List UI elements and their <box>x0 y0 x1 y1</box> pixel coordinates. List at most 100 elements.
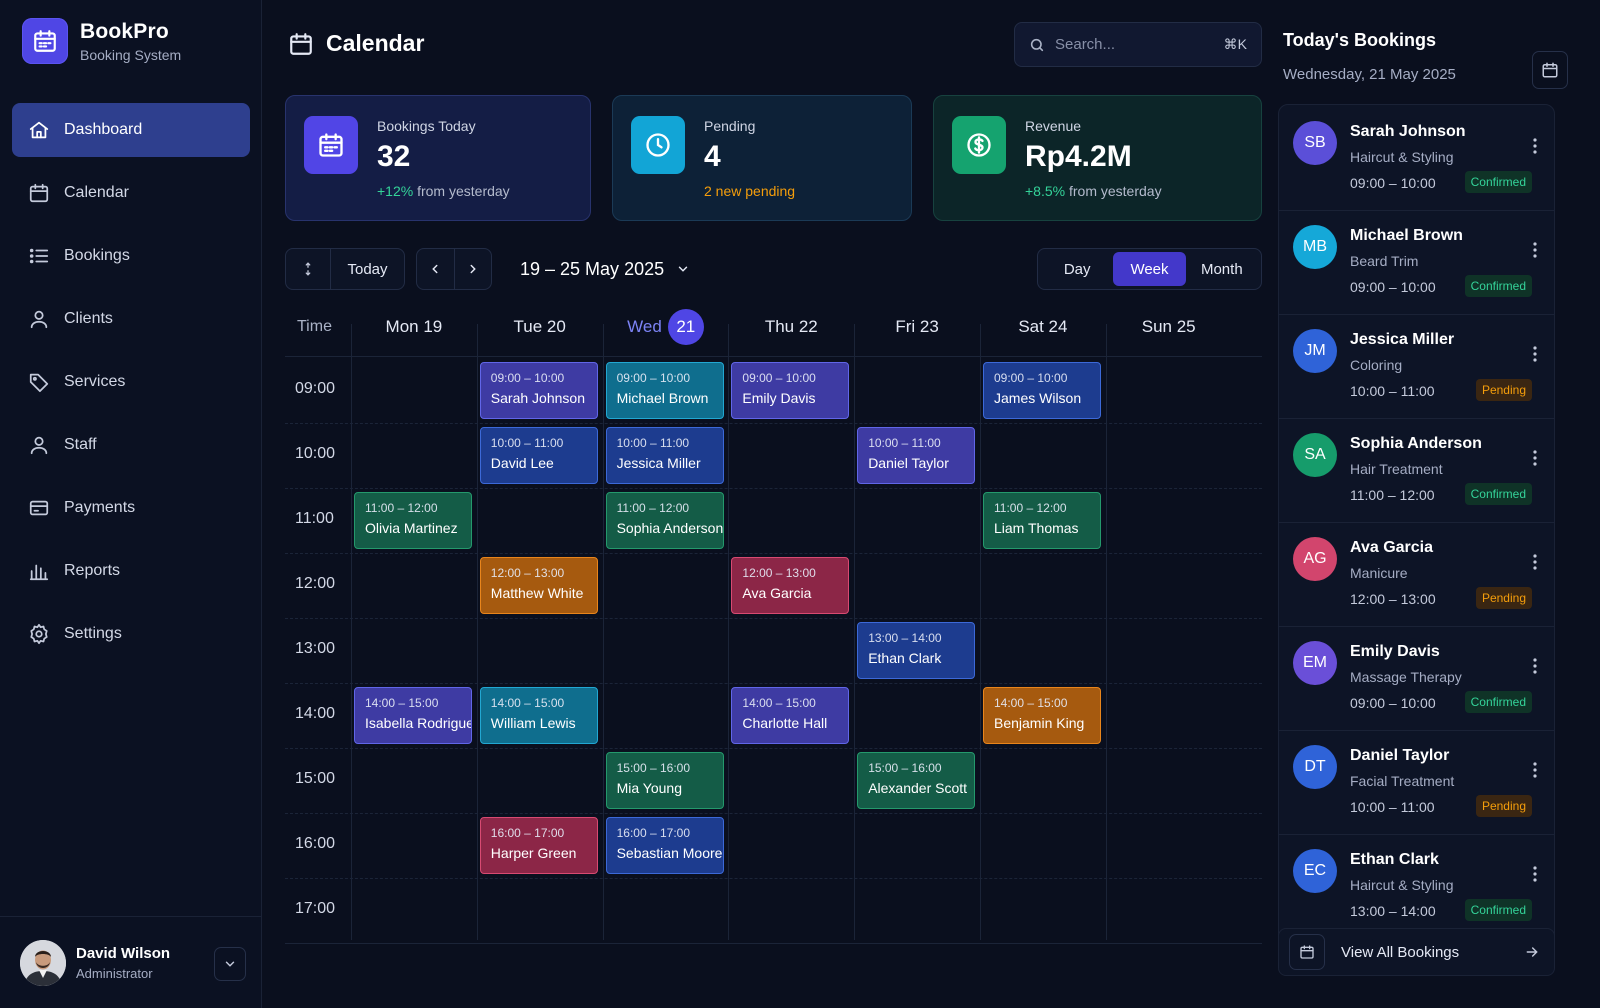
more-options-icon[interactable] <box>1532 761 1538 779</box>
sidebar-item-calendar[interactable]: Calendar <box>12 166 250 220</box>
booking-event[interactable]: 09:00 – 10:00 James Wilson <box>983 362 1101 419</box>
booking-event[interactable]: 16:00 – 17:00 Sebastian Moore <box>605 817 724 874</box>
stat-change: +8.5% <box>1025 183 1066 199</box>
booking-event[interactable]: 14:00 – 15:00 William Lewis <box>479 687 598 744</box>
booking-card[interactable]: DT Daniel Taylor Facial Treatment 10:00 – 1… <box>1279 729 1554 835</box>
client-avatar: DT <box>1293 745 1337 789</box>
view-month-button[interactable]: Month <box>1186 252 1258 286</box>
date-range-label: 19 – 25 May 2025 <box>520 258 665 279</box>
day-header[interactable]: Thu 22 <box>728 296 854 358</box>
stat-change: +12% <box>377 183 414 199</box>
sidebar-item-payments[interactable]: Payments <box>12 481 250 535</box>
status-badge: Pending <box>1475 587 1532 609</box>
booking-event[interactable]: 09:00 – 10:00 Michael Brown <box>605 362 724 419</box>
booking-card[interactable]: MB Michael Brown Beard Trim 09:00 – 10:00 Co… <box>1279 209 1554 315</box>
booking-event[interactable]: 11:00 – 12:00 Olivia Martinez <box>354 492 472 549</box>
booking-card[interactable]: AG Ava Garcia Manicure 12:00 – 13:00 Pending <box>1279 521 1554 627</box>
day-header[interactable]: Sun 25 <box>1106 296 1232 358</box>
search-input[interactable] <box>1055 36 1205 53</box>
grid-line <box>285 943 1262 944</box>
client-avatar: SA <box>1293 433 1337 477</box>
booking-event[interactable]: 10:00 – 11:00 Jessica Miller <box>605 427 724 484</box>
client-initials: MB <box>1303 238 1327 255</box>
view-day-button[interactable]: Day <box>1041 252 1113 286</box>
status-badge: Pending <box>1475 379 1532 401</box>
grid-line <box>285 356 1262 357</box>
date-range-picker[interactable]: 19 – 25 May 2025 <box>520 248 690 290</box>
event-time: 10:00 – 11:00 <box>490 436 564 450</box>
booking-event[interactable]: 11:00 – 12:00 Liam Thomas <box>983 492 1101 549</box>
day-header[interactable]: Tue 20 <box>477 296 603 358</box>
booking-card[interactable]: SA Sophia Anderson Hair Treatment 11:00 – 1… <box>1279 417 1554 523</box>
grid-column-divider <box>476 324 478 940</box>
booking-event[interactable]: 11:00 – 12:00 Sophia Anderson <box>605 492 724 549</box>
status-badge: Confirmed <box>1464 691 1532 713</box>
prev-week-button[interactable] <box>417 249 454 289</box>
booking-event[interactable]: 10:00 – 11:00 Daniel Taylor <box>857 427 976 484</box>
sidebar-item-settings[interactable]: Settings <box>12 607 250 661</box>
booking-event[interactable]: 13:00 – 14:00 Ethan Clark <box>857 622 976 679</box>
booking-card[interactable]: EM Emily Davis Massage Therapy 09:00 – 10:0… <box>1279 625 1554 731</box>
more-options-icon[interactable] <box>1532 553 1538 571</box>
day-header[interactable]: Sat 24 <box>980 296 1106 358</box>
event-client-name: Sophia Anderson <box>616 520 724 536</box>
more-options-icon[interactable] <box>1532 137 1538 155</box>
client-initials: EM <box>1303 654 1327 671</box>
booking-card[interactable]: JM Jessica Miller Coloring 10:00 – 11:00 Pen… <box>1279 313 1554 419</box>
today-button[interactable]: Today <box>330 249 404 289</box>
booking-event[interactable]: 12:00 – 13:00 Matthew White <box>479 557 598 614</box>
stat-change: 2 new pending <box>704 183 796 199</box>
booking-event[interactable]: 16:00 – 17:00 Harper Green <box>479 817 598 874</box>
panel-calendar-button[interactable] <box>1532 51 1568 89</box>
more-options-icon[interactable] <box>1532 657 1538 675</box>
sidebar-item-dashboard[interactable]: Dashboard <box>12 103 250 157</box>
view-all-label: View All Bookings <box>1341 943 1460 961</box>
booking-event[interactable]: 14:00 – 15:00 Benjamin King <box>983 687 1101 744</box>
nav-arrows <box>416 248 492 290</box>
grid-line <box>285 488 1262 489</box>
view-week-button[interactable]: Week <box>1113 252 1186 286</box>
sidebar-item-staff[interactable]: Staff <box>12 418 250 472</box>
sidebar-item-bookings[interactable]: Bookings <box>12 229 250 283</box>
client-name: Emily Davis <box>1350 643 1440 660</box>
user-menu-toggle[interactable] <box>214 947 246 981</box>
more-options-icon[interactable] <box>1532 865 1538 883</box>
booking-event[interactable]: 09:00 – 10:00 Sarah Johnson <box>479 362 598 419</box>
sort-button[interactable] <box>286 249 330 289</box>
booking-event[interactable]: 09:00 – 10:00 Emily Davis <box>731 362 850 419</box>
day-header[interactable]: Mon 19 <box>351 296 477 358</box>
day-header[interactable]: Fri 23 <box>854 296 980 358</box>
search-box[interactable]: ⌘K <box>1014 22 1262 67</box>
event-client-name: Charlotte Hall <box>742 715 828 731</box>
event-client-name: Liam Thomas <box>994 520 1079 536</box>
booking-card[interactable]: EC Ethan Clark Haircut & Styling 13:00 – 14… <box>1279 833 1554 939</box>
week-calendar: Time Mon 19 Tue 20 Wed 21 Thu 22 Fri 23 Sat 24 S… <box>285 296 1262 960</box>
booking-event[interactable]: 12:00 – 13:00 Ava Garcia <box>731 557 850 614</box>
event-time: 12:00 – 13:00 <box>490 566 565 580</box>
sidebar-item-reports[interactable]: Reports <box>12 544 250 598</box>
more-options-icon[interactable] <box>1532 241 1538 259</box>
booking-card[interactable]: SB Sarah Johnson Haircut & Styling 09:00 – … <box>1279 105 1554 211</box>
stat-value: 32 <box>377 140 411 173</box>
booking-event[interactable]: 14:00 – 15:00 Isabella Rodriguez <box>354 687 472 744</box>
booking-time: 12:00 – 13:00 <box>1350 591 1436 607</box>
day-header[interactable]: Wed 21 <box>603 296 729 358</box>
next-week-button[interactable] <box>453 249 492 289</box>
client-avatar: EM <box>1293 641 1337 685</box>
booking-event[interactable]: 14:00 – 15:00 Charlotte Hall <box>731 687 850 744</box>
service-name: Haircut & Styling <box>1350 877 1454 893</box>
sidebar-item-clients[interactable]: Clients <box>12 292 250 346</box>
brand-name: BookPro <box>80 19 169 43</box>
booking-event[interactable]: 10:00 – 11:00 David Lee <box>479 427 598 484</box>
event-time: 09:00 – 10:00 <box>616 371 690 385</box>
booking-event[interactable]: 15:00 – 16:00 Alexander Scott <box>857 752 976 809</box>
booking-event[interactable]: 15:00 – 16:00 Mia Young <box>605 752 724 809</box>
user-profile[interactable]: David Wilson Administrator <box>0 916 262 1008</box>
booking-list: SB Sarah Johnson Haircut & Styling 09:00 – … <box>1278 104 1555 949</box>
sidebar-item-services[interactable]: Services <box>12 355 250 409</box>
brand[interactable]: BookPro Booking System <box>22 18 181 64</box>
more-options-icon[interactable] <box>1532 345 1538 363</box>
stat-label: Revenue <box>1025 118 1082 134</box>
view-all-bookings-button[interactable]: View All Bookings <box>1278 928 1555 976</box>
more-options-icon[interactable] <box>1532 449 1538 467</box>
